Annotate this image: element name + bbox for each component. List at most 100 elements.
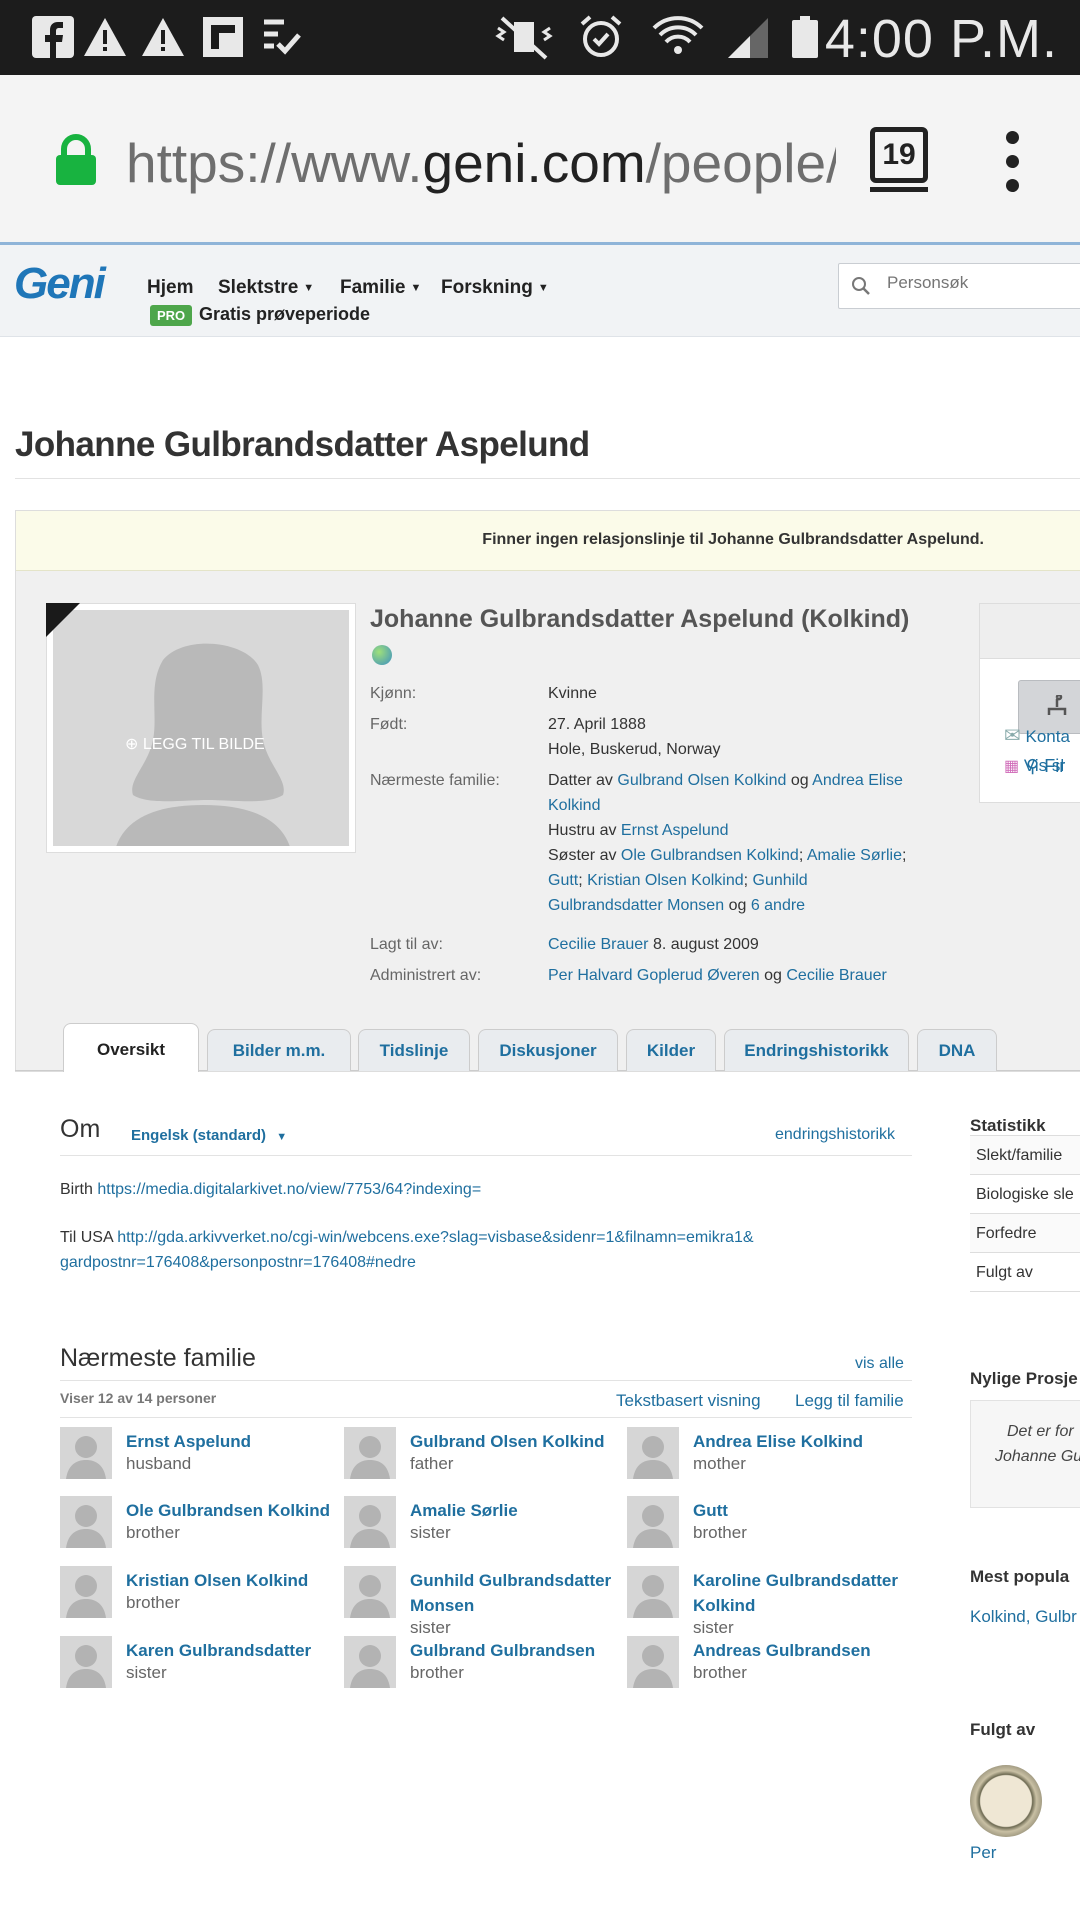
added-by-label: Lagt til av: <box>370 936 443 953</box>
tab-discussions[interactable]: Diskusjoner <box>478 1029 618 1071</box>
stats-row[interactable]: Slekt/familie <box>970 1136 1080 1175</box>
avatar[interactable] <box>344 1566 396 1618</box>
avatar[interactable] <box>344 1496 396 1548</box>
overflow-menu-icon[interactable] <box>1006 131 1020 193</box>
warning-icon <box>142 18 184 56</box>
family-member-name[interactable]: Karoline Gulbrandsdatter Kolkind <box>693 1568 913 1618</box>
search-icon <box>852 277 870 295</box>
family-member-role: brother <box>693 1663 747 1682</box>
family-member[interactable]: Andrea Elise Kolkind mother <box>627 1427 907 1487</box>
family-label: Nærmeste familie: <box>370 772 500 789</box>
alarm-icon <box>580 15 622 57</box>
family-member[interactable]: Gulbrand Olsen Kolkind father <box>344 1427 624 1487</box>
show-link[interactable]: ▦ Vis sl <box>1004 756 1064 776</box>
nav-home[interactable]: Hjem <box>147 277 193 299</box>
family-member[interactable]: Andreas Gulbrandsen brother <box>627 1636 907 1696</box>
tab-photos[interactable]: Bilder m.m. <box>207 1029 351 1071</box>
tab-history[interactable]: Endringshistorikk <box>724 1029 909 1071</box>
popular-names-link[interactable]: Kolkind, Gulbr <box>970 1607 1077 1627</box>
contact-link[interactable]: ✉ Konta <box>1004 723 1070 748</box>
family-member-name[interactable]: Gulbrand Gulbrandsen <box>410 1638 630 1663</box>
geni-logo[interactable]: Geni <box>14 259 106 309</box>
family-member[interactable]: Amalie Sørlie sister <box>344 1496 624 1556</box>
add-photo-link[interactable]: ⊕ LEGG TIL BILDE <box>125 734 265 754</box>
family-member-name[interactable]: Gutt <box>693 1498 913 1523</box>
avatar[interactable] <box>344 1636 396 1688</box>
search-input[interactable] <box>887 273 1077 293</box>
divider <box>60 1155 912 1156</box>
tasks-check-icon <box>264 19 301 55</box>
projects-heading: Nylige Prosje <box>970 1369 1078 1388</box>
added-by-link[interactable]: Cecilie Brauer <box>548 936 648 953</box>
language-select[interactable]: Engelsk (standard) ▼ <box>131 1127 287 1144</box>
nav-family-tree[interactable]: Slektstre ▼ <box>218 277 314 299</box>
facebook-icon <box>32 16 74 58</box>
family-member-name[interactable]: Andreas Gulbrandsen <box>693 1638 913 1663</box>
follower-link[interactable]: Per <box>970 1843 996 1863</box>
tab-switcher-button[interactable]: 19 <box>870 127 928 192</box>
profile-photo[interactable]: ⊕ LEGG TIL BILDE <box>46 603 356 853</box>
nav-family[interactable]: Familie ▼ <box>340 277 421 299</box>
avatar[interactable] <box>60 1636 112 1688</box>
free-trial-link[interactable]: Gratis prøveperiode <box>199 304 370 325</box>
avatar[interactable] <box>344 1427 396 1479</box>
sibling-link[interactable]: Kristian Olsen Kolkind <box>587 872 744 889</box>
url-field[interactable]: https://www.geni.com/people/ <box>126 131 836 195</box>
family-member[interactable]: Karen Gulbrandsdatter sister <box>60 1636 340 1696</box>
tab-sources[interactable]: Kilder <box>626 1029 716 1071</box>
avatar[interactable] <box>60 1496 112 1548</box>
profile-tabs: Oversikt Bilder m.m. Tidslinje Diskusjon… <box>15 1023 1080 1072</box>
clock: 4:00 P.M. <box>824 9 1058 69</box>
family-member[interactable]: Ernst Aspelund husband <box>60 1427 340 1487</box>
family-member[interactable]: Kristian Olsen Kolkind brother <box>60 1566 340 1626</box>
follower-avatar[interactable] <box>970 1765 1042 1837</box>
site-header: Geni Hjem Slektstre ▼ Familie ▼ Forskning ▼… <box>0 245 1080 337</box>
father-link[interactable]: Gulbrand Olsen Kolkind <box>617 772 786 789</box>
family-member-name[interactable]: Kristian Olsen Kolkind <box>126 1568 346 1593</box>
family-member-role: brother <box>410 1663 464 1682</box>
birth-record-link[interactable]: https://media.digitalarkivet.no/view/775… <box>97 1181 481 1198</box>
family-member[interactable]: Ole Gulbrandsen Kolkind brother <box>60 1496 340 1556</box>
manager-link[interactable]: Per Halvard Goplerud Øveren <box>548 967 760 984</box>
stats-row[interactable]: Biologiske sle <box>970 1175 1080 1214</box>
avatar[interactable] <box>627 1636 679 1688</box>
emigration-record-link[interactable]: http://gda.arkivverket.no/cgi-win/webcen… <box>60 1229 754 1271</box>
avatar[interactable] <box>60 1427 112 1479</box>
family-count: Viser 12 av 14 personer <box>60 1390 217 1406</box>
family-member-name[interactable]: Karen Gulbrandsdatter <box>126 1638 346 1663</box>
family-member-name[interactable]: Gunhild Gulbrandsdatter Monsen <box>410 1568 630 1618</box>
person-search[interactable] <box>838 263 1080 309</box>
manager-link[interactable]: Cecilie Brauer <box>786 967 886 984</box>
family-member-name[interactable]: Gulbrand Olsen Kolkind <box>410 1429 630 1454</box>
family-member-name[interactable]: Andrea Elise Kolkind <box>693 1429 913 1454</box>
husband-link[interactable]: Ernst Aspelund <box>621 822 729 839</box>
add-family-link[interactable]: Legg til familie <box>795 1391 904 1411</box>
stats-row[interactable]: Forfedre <box>970 1214 1080 1253</box>
sibling-link[interactable]: Ole Gulbrandsen Kolkind <box>621 847 799 864</box>
mourning-ribbon <box>46 603 80 637</box>
show-all-link[interactable]: vis alle <box>855 1355 904 1373</box>
history-link[interactable]: endringshistorikk <box>775 1126 895 1144</box>
sibling-link[interactable]: Amalie Sørlie <box>807 847 902 864</box>
avatar[interactable] <box>627 1496 679 1548</box>
family-member[interactable]: Karoline Gulbrandsdatter Kolkind sister <box>627 1566 907 1637</box>
family-member-name[interactable]: Amalie Sørlie <box>410 1498 630 1523</box>
family-member-name[interactable]: Ole Gulbrandsen Kolkind <box>126 1498 346 1523</box>
tab-overview[interactable]: Oversikt <box>63 1023 199 1072</box>
family-member-role: father <box>410 1454 454 1473</box>
nav-research[interactable]: Forskning ▼ <box>441 277 549 299</box>
family-member-name[interactable]: Ernst Aspelund <box>126 1429 346 1454</box>
family-member[interactable]: Gutt brother <box>627 1496 907 1556</box>
more-relatives-link[interactable]: 6 andre <box>751 897 805 914</box>
sibling-link[interactable]: Gutt <box>548 872 578 889</box>
wifi-icon <box>652 16 704 54</box>
tab-timeline[interactable]: Tidslinje <box>358 1029 470 1071</box>
tab-dna[interactable]: DNA <box>917 1029 997 1071</box>
stats-row[interactable]: Fulgt av <box>970 1253 1080 1292</box>
avatar[interactable] <box>60 1566 112 1618</box>
text-view-link[interactable]: Tekstbasert visning <box>616 1391 761 1411</box>
avatar[interactable] <box>627 1427 679 1479</box>
family-member[interactable]: Gulbrand Gulbrandsen brother <box>344 1636 624 1696</box>
avatar[interactable] <box>627 1566 679 1618</box>
family-member[interactable]: Gunhild Gulbrandsdatter Monsen sister <box>344 1566 624 1637</box>
